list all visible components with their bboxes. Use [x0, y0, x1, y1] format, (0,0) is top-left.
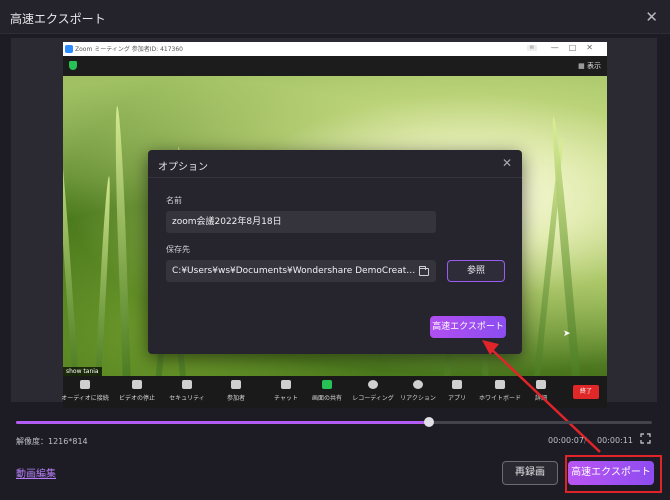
record-icon	[368, 380, 378, 389]
tb-more: 詳細	[513, 380, 569, 402]
share-screen-icon	[322, 380, 332, 389]
chat-icon	[281, 380, 291, 389]
zoom-end-button: 終了	[573, 385, 599, 399]
zoom-info-bar: ▦ 表示	[63, 56, 607, 76]
close-icon[interactable]: ✕	[645, 8, 658, 26]
shield-icon	[69, 61, 77, 70]
timeline-track[interactable]	[16, 417, 652, 427]
zoom-logo-icon	[65, 45, 73, 53]
path-input[interactable]: C:¥Users¥ws¥Documents¥Wondershare DemoCr…	[166, 260, 436, 282]
tb-security: セキュリティ	[159, 380, 215, 402]
options-dialog: オプション ✕ 名前 zoom会議2022年8月18日 保存先 C:¥Users…	[148, 150, 522, 354]
tb-label: 参加者	[226, 395, 245, 402]
tb-participants: 参加者	[208, 380, 264, 402]
browse-button[interactable]: 参照	[447, 260, 505, 282]
time-separator: /	[584, 436, 587, 445]
zoom-window-controls: —□✕	[550, 43, 603, 52]
folder-icon[interactable]	[419, 266, 429, 276]
name-input[interactable]: zoom会議2022年8月18日	[166, 211, 436, 233]
path-label: 保存先	[166, 245, 190, 254]
grass-blade	[63, 126, 79, 376]
resolution-text: 解像度：1216*814	[16, 437, 88, 446]
tb-video: ビデオの停止	[109, 380, 165, 402]
tb-label: 詳細	[534, 395, 547, 402]
camera-icon	[132, 380, 142, 389]
more-icon	[536, 380, 546, 389]
video-edit-link[interactable]: 動画編集	[16, 465, 56, 480]
whiteboard-icon	[495, 380, 505, 389]
dialog-header: オプション ✕	[148, 150, 522, 178]
tb-label: セキュリティ	[169, 395, 205, 402]
tb-audio: オーディオに接続	[57, 380, 113, 402]
timeline-handle[interactable]	[424, 417, 435, 427]
dialog-title: オプション	[158, 162, 208, 173]
tb-label: ビデオの停止	[118, 395, 155, 402]
tb-label: オーディオに接続	[61, 395, 109, 402]
dialog-close-icon[interactable]: ✕	[502, 156, 512, 170]
grass-blade	[113, 106, 131, 376]
reaction-icon	[413, 380, 423, 389]
path-value: C:¥Users¥ws¥Documents¥Wondershare DemoCr…	[172, 266, 436, 276]
participant-name-tag: show tania	[63, 367, 102, 376]
zoom-toolbar: オーディオに接続 ビデオの停止 セキュリティ 参加者 チャット 画面の共有 レコ…	[61, 376, 607, 408]
rerecord-button[interactable]: 再録画	[502, 461, 558, 485]
zoom-title: Zoom ミーティング 参加者ID: 417360	[75, 46, 183, 53]
headphones-icon	[80, 380, 90, 389]
zoom-title-bar: Zoom ミーティング 参加者ID: 417360 ✉ —□✕	[63, 42, 607, 56]
window-title: 高速エクスポート	[10, 12, 106, 26]
title-bar: 高速エクスポート ✕	[0, 0, 670, 34]
annotation-highlight-box	[565, 455, 662, 493]
fullscreen-icon[interactable]	[640, 433, 651, 444]
apps-icon	[452, 380, 462, 389]
current-time: 00:00:07	[548, 436, 584, 445]
name-label: 名前	[166, 196, 182, 205]
security-icon	[182, 380, 192, 389]
grass-blade	[95, 176, 112, 376]
participants-icon	[231, 380, 241, 389]
zoom-message-icon: ✉	[526, 45, 537, 51]
mouse-cursor-icon: ➤	[563, 329, 571, 339]
total-time: 00:00:11	[597, 436, 633, 445]
zoom-display-label: ▦ 表示	[578, 62, 601, 70]
display-text: 表示	[587, 62, 601, 70]
timeline-progress	[16, 421, 430, 424]
dialog-export-button[interactable]: 高速エクスポート	[430, 316, 506, 338]
